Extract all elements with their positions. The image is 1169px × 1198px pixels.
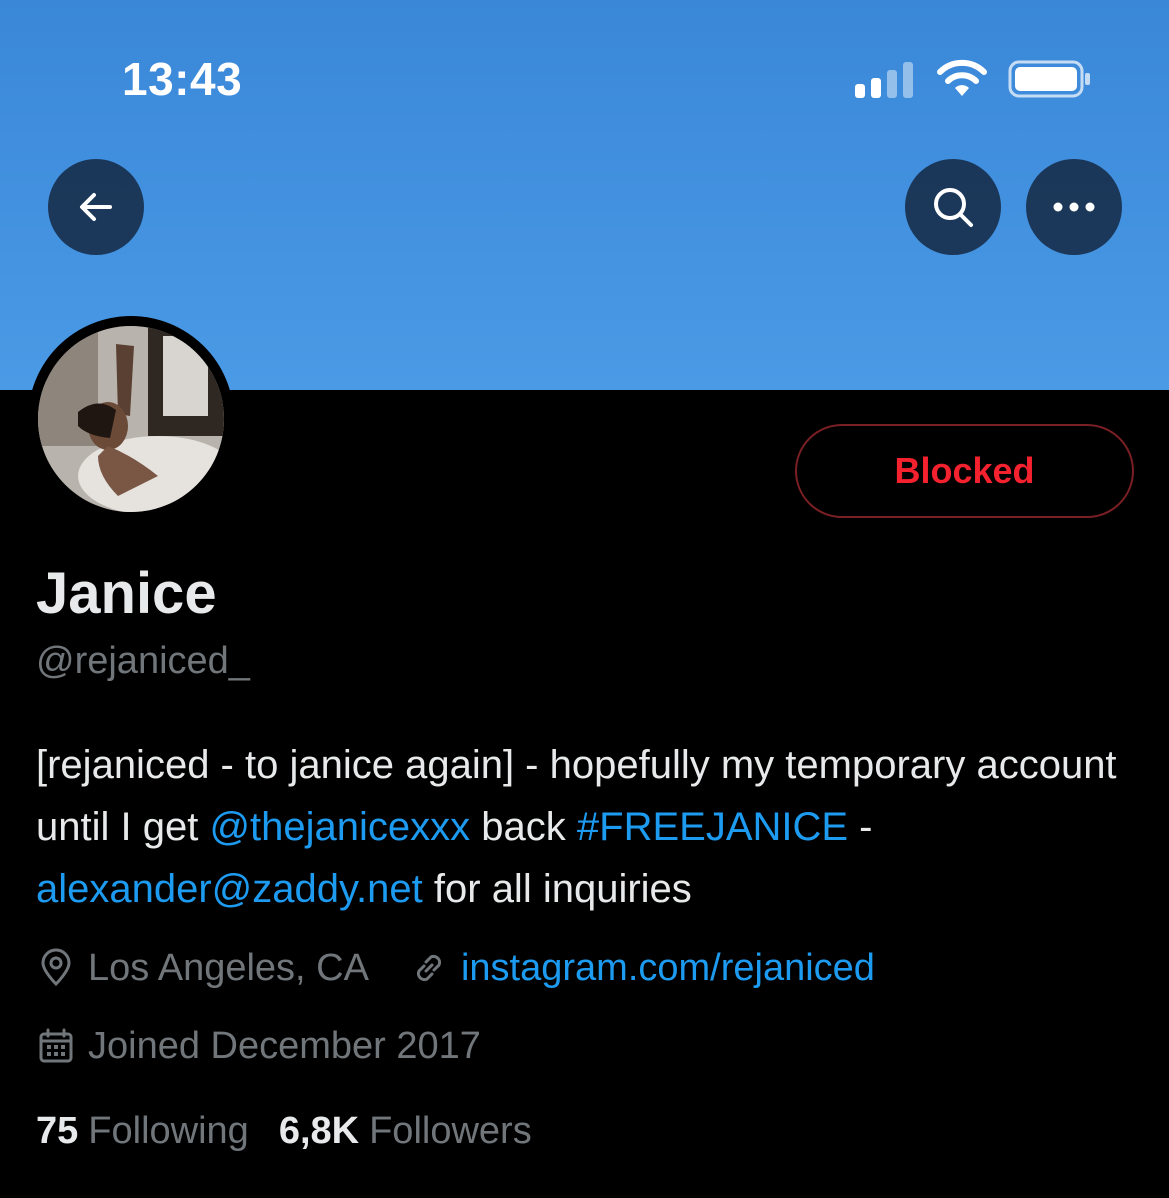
battery-icon — [1008, 60, 1090, 98]
bio-hashtag-link[interactable]: #FREEJANICE — [577, 805, 848, 849]
cellular-signal-icon — [855, 58, 915, 98]
bio-mention-link[interactable]: @thejanicexxx — [209, 805, 470, 849]
link-icon — [416, 954, 441, 982]
location-item: Los Angeles, CA — [36, 947, 369, 990]
bio-email-link[interactable]: alexander@zaddy.net — [36, 867, 423, 911]
blocked-button[interactable]: Blocked — [795, 424, 1134, 518]
follow-counts-row: 75 Following 6,8K Followers — [36, 1105, 532, 1157]
location-pin-icon — [41, 948, 71, 987]
followers-count: 6,8K — [278, 1109, 360, 1152]
joined-date-text: Joined December 2017 — [88, 1024, 481, 1067]
status-bar-time: 13:43 — [122, 53, 243, 105]
search-button[interactable] — [905, 159, 1001, 255]
website-item[interactable]: instagram.com/rejaniced — [409, 947, 875, 990]
following-count: 75 — [36, 1109, 79, 1152]
avatar-photo — [38, 326, 224, 512]
more-horizontal-icon — [1053, 202, 1095, 212]
location-text: Los Angeles, CA — [88, 946, 369, 989]
search-icon — [934, 188, 973, 227]
avatar[interactable] — [28, 316, 234, 522]
followers-label: Followers — [369, 1109, 532, 1152]
followers-link[interactable]: 6,8K Followers — [279, 1110, 532, 1153]
profile-meta-row: Los Angeles, CA instagram.com/rejaniced — [36, 942, 875, 994]
profile-display-name: Janice — [36, 561, 217, 626]
following-label: Following — [88, 1109, 249, 1152]
profile-handle: @rejaniced_ — [36, 640, 250, 682]
website-link[interactable]: instagram.com/rejaniced — [461, 947, 875, 990]
back-button[interactable] — [48, 159, 144, 255]
joined-date-row: Joined December 2017 — [36, 1020, 481, 1072]
arrow-left-icon — [80, 193, 112, 221]
calendar-icon — [39, 1028, 73, 1063]
wifi-icon — [937, 59, 987, 96]
more-options-button[interactable] — [1026, 159, 1122, 255]
following-link[interactable]: 75 Following — [36, 1110, 249, 1153]
bio-text: for all inquiries — [422, 867, 692, 911]
bio-text: back — [470, 805, 577, 849]
profile-bio: [rejaniced - to janice again] - hopefull… — [36, 734, 1146, 920]
bio-text: - — [848, 805, 873, 849]
